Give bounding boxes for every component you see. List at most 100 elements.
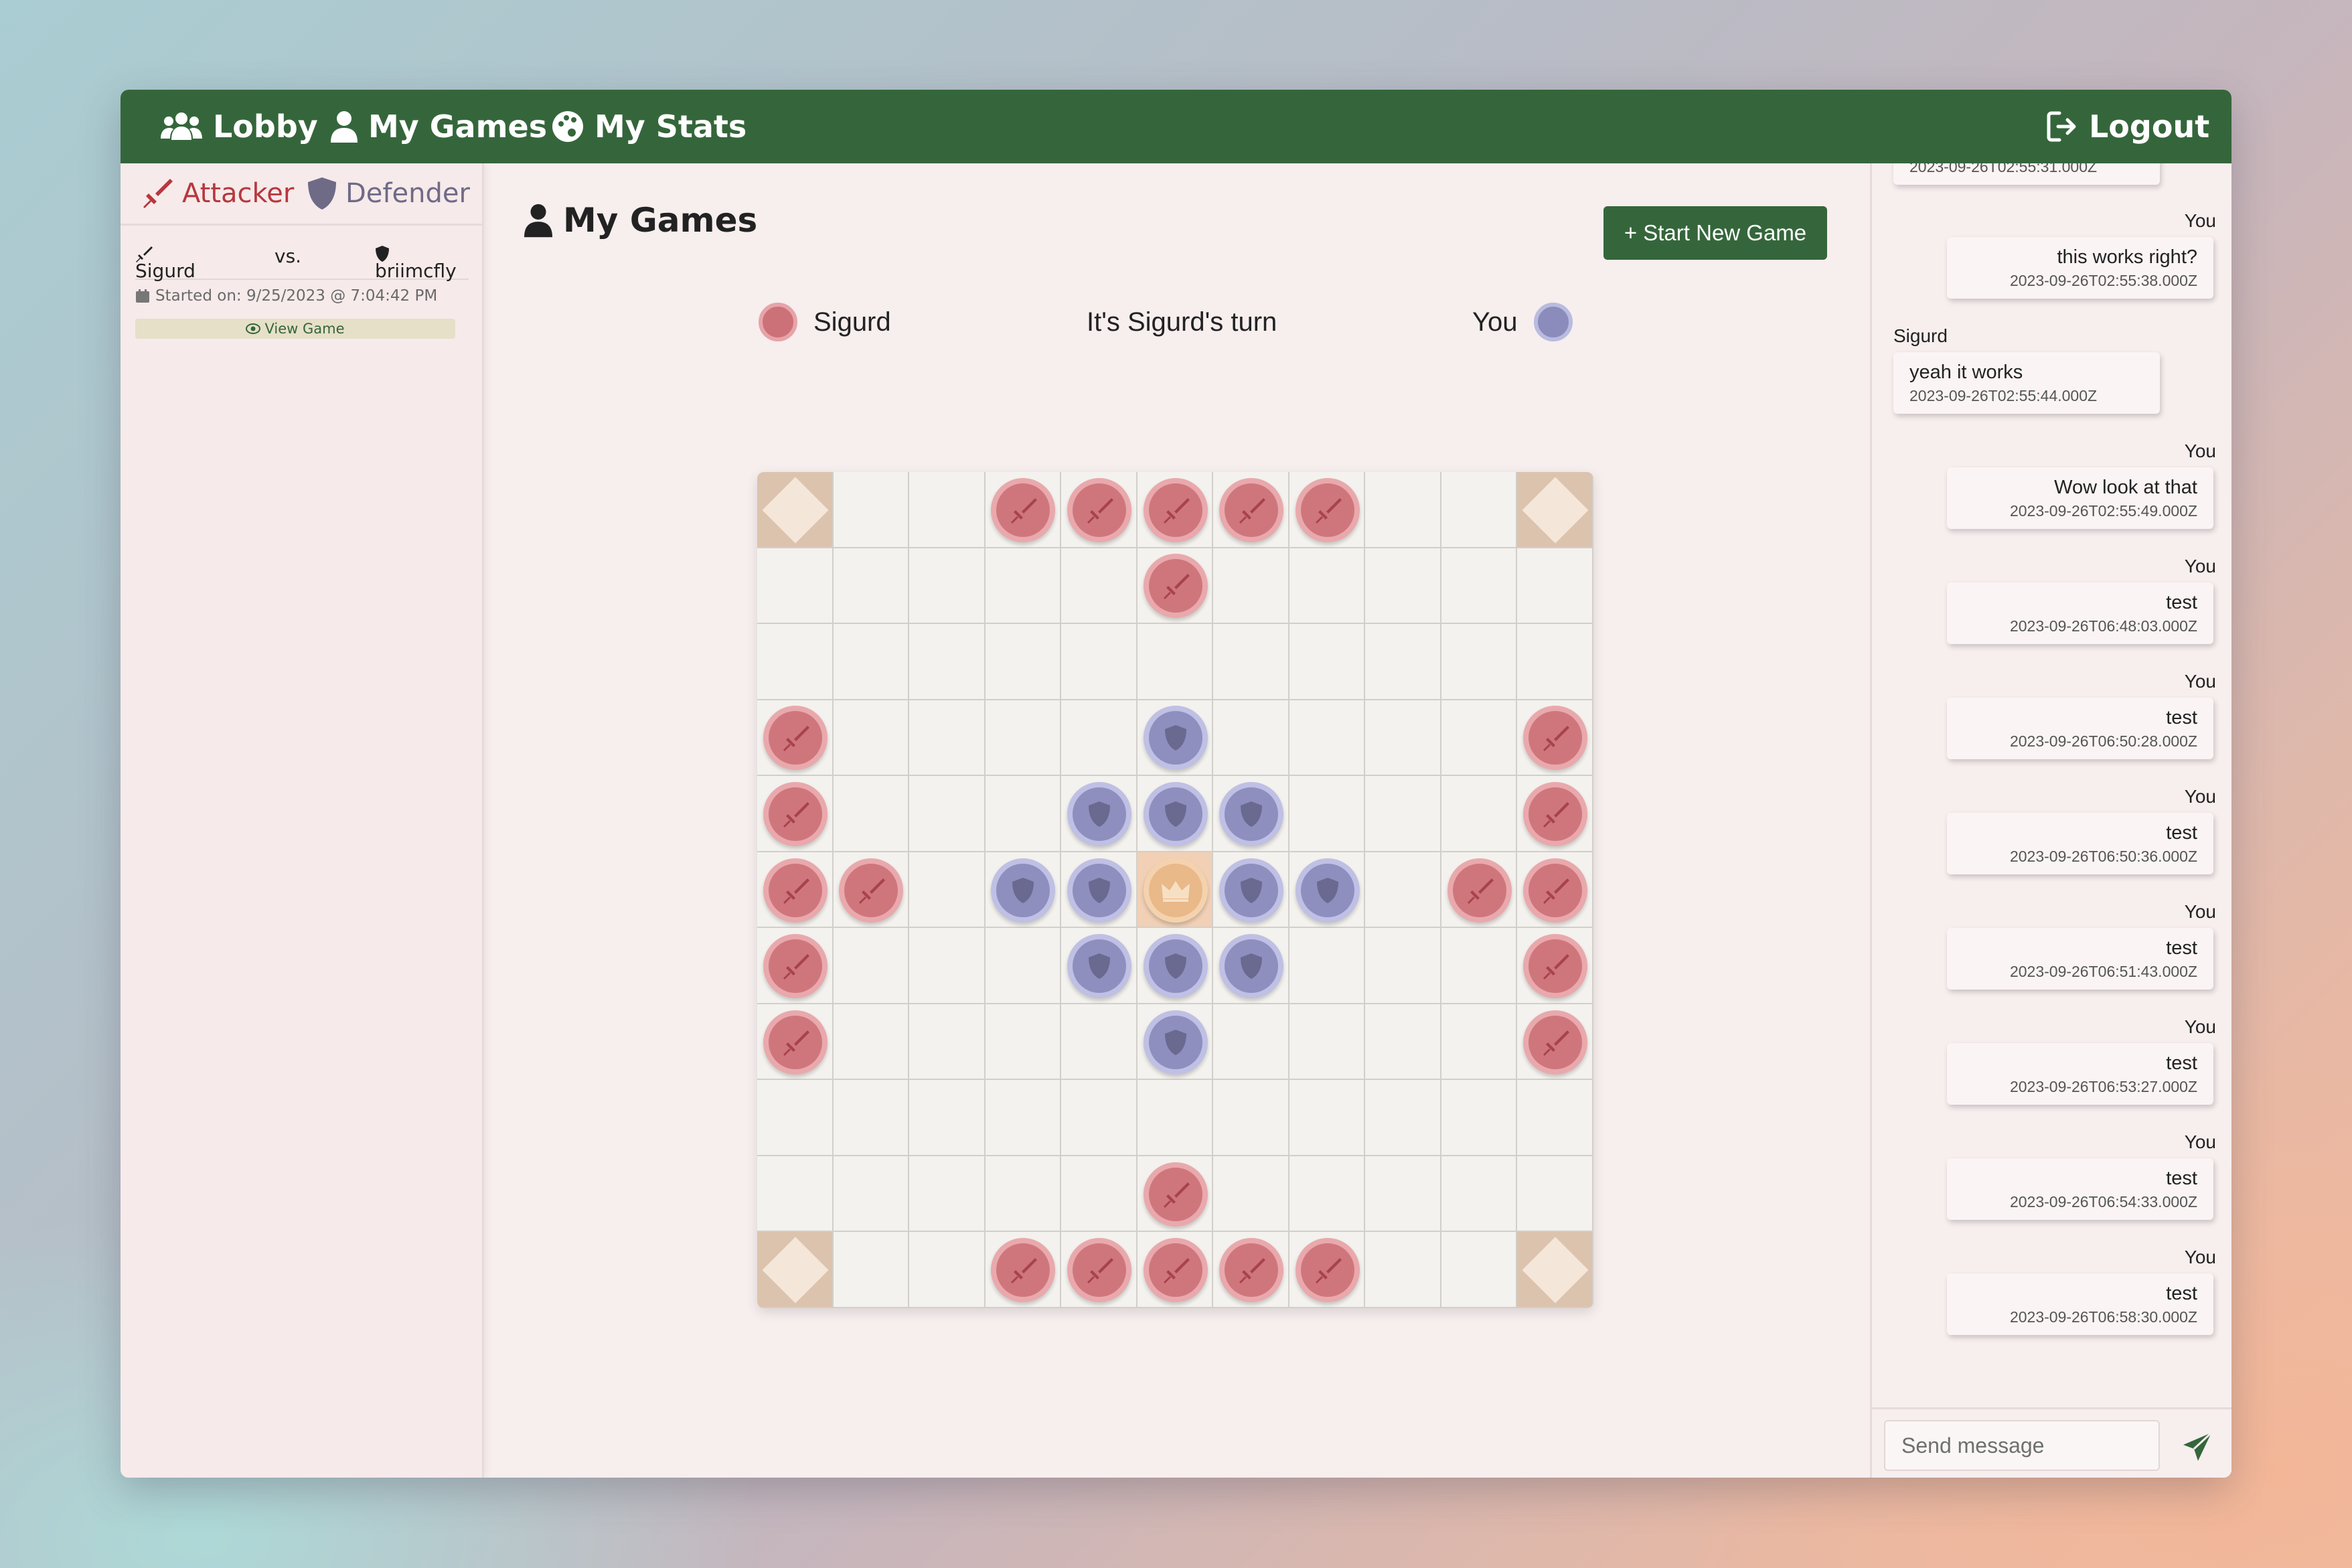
board-square[interactable] [909,928,986,1004]
board-square[interactable] [1517,548,1593,625]
attacker-piece[interactable] [763,1010,828,1075]
attacker-piece[interactable] [1143,1162,1208,1227]
board-square[interactable] [985,548,1062,625]
board-square[interactable] [909,1080,986,1156]
board-square[interactable] [1213,548,1289,625]
defender-piece[interactable] [991,858,1056,923]
board-square[interactable] [1289,1080,1366,1156]
board-square[interactable] [1365,1004,1441,1081]
board-square[interactable] [833,1156,910,1233]
defender-piece[interactable] [1143,1010,1208,1075]
corner-square[interactable] [757,1232,834,1308]
board-square[interactable] [833,776,910,852]
board-square[interactable] [909,548,986,625]
board-square[interactable] [1517,624,1593,700]
board-square[interactable] [985,624,1062,700]
board-square[interactable] [1441,776,1518,852]
corner-square[interactable] [757,472,834,548]
board-square[interactable] [1289,700,1366,777]
attacker-piece[interactable] [1523,934,1588,999]
board-square[interactable] [1517,1156,1593,1233]
board-square[interactable] [1061,548,1138,625]
board-square[interactable] [1365,1156,1441,1233]
attacker-piece[interactable] [763,781,828,846]
board-square[interactable] [833,624,910,700]
chat-message-input[interactable] [1884,1420,2160,1471]
board-square[interactable] [985,1156,1062,1233]
board-square[interactable] [1365,472,1441,548]
board-square[interactable] [757,548,834,625]
attacker-piece[interactable] [763,934,828,999]
attacker-piece[interactable] [1219,1238,1284,1303]
king-piece[interactable] [1143,858,1208,923]
board-square[interactable] [1441,1156,1518,1233]
attacker-piece[interactable] [1295,477,1360,542]
attacker-piece[interactable] [1523,781,1588,846]
tab-attacker[interactable]: Attacker [139,163,294,224]
board-square[interactable] [909,852,986,929]
board-square[interactable] [1137,1080,1214,1156]
board-square[interactable] [985,700,1062,777]
attacker-piece[interactable] [1523,706,1588,771]
board-square[interactable] [757,1156,834,1233]
board-square[interactable] [1061,1080,1138,1156]
corner-square[interactable] [1517,472,1593,548]
view-game-button[interactable]: View Game [135,319,455,339]
defender-piece[interactable] [1219,781,1284,846]
board-square[interactable] [1365,928,1441,1004]
board-square[interactable] [1441,700,1518,777]
board-square[interactable] [909,624,986,700]
send-message-button[interactable] [2179,1428,2216,1466]
start-new-game-button[interactable]: + Start New Game [1603,206,1827,260]
nav-lobby[interactable]: Lobby [161,90,318,163]
attacker-piece[interactable] [1143,1238,1208,1303]
attacker-piece[interactable] [1447,858,1512,923]
defender-piece[interactable] [1143,781,1208,846]
board-square[interactable] [1365,1232,1441,1308]
board-square[interactable] [985,1080,1062,1156]
board-square[interactable] [1441,1080,1518,1156]
board-square[interactable] [909,1156,986,1233]
attacker-piece[interactable] [991,1238,1056,1303]
board-square[interactable] [985,776,1062,852]
defender-piece[interactable] [1143,934,1208,999]
corner-square[interactable] [1517,1232,1593,1308]
board-square[interactable] [1213,1080,1289,1156]
defender-piece[interactable] [1295,858,1360,923]
defender-piece[interactable] [1219,858,1284,923]
board-square[interactable] [909,776,986,852]
board-square[interactable] [1441,1232,1518,1308]
board-square[interactable] [1289,548,1366,625]
board-square[interactable] [909,1232,986,1308]
board-square[interactable] [1365,1080,1441,1156]
board-square[interactable] [1289,624,1366,700]
board-square[interactable] [1441,472,1518,548]
defender-piece[interactable] [1067,934,1131,999]
nav-logout[interactable]: Logout [2046,90,2209,163]
board-square[interactable] [909,1004,986,1081]
attacker-piece[interactable] [839,858,904,923]
attacker-piece[interactable] [1067,1238,1131,1303]
board-square[interactable] [1365,776,1441,852]
board-square[interactable] [1441,548,1518,625]
board-square[interactable] [757,1080,834,1156]
attacker-piece[interactable] [1143,554,1208,619]
attacker-piece[interactable] [763,858,828,923]
board-square[interactable] [909,472,986,548]
board-square[interactable] [1061,624,1138,700]
board-square[interactable] [1061,700,1138,777]
board-square[interactable] [833,928,910,1004]
board-square[interactable] [833,1080,910,1156]
attacker-piece[interactable] [763,706,828,771]
board-square[interactable] [1289,928,1366,1004]
defender-piece[interactable] [1067,781,1131,846]
defender-piece[interactable] [1219,934,1284,999]
board-square[interactable] [757,624,834,700]
board-square[interactable] [985,1004,1062,1081]
nav-my-games[interactable]: My Games [331,90,547,163]
board-square[interactable] [1137,624,1214,700]
board-square[interactable] [1289,1156,1366,1233]
board-square[interactable] [985,928,1062,1004]
attacker-piece[interactable] [991,477,1056,542]
attacker-piece[interactable] [1219,477,1284,542]
